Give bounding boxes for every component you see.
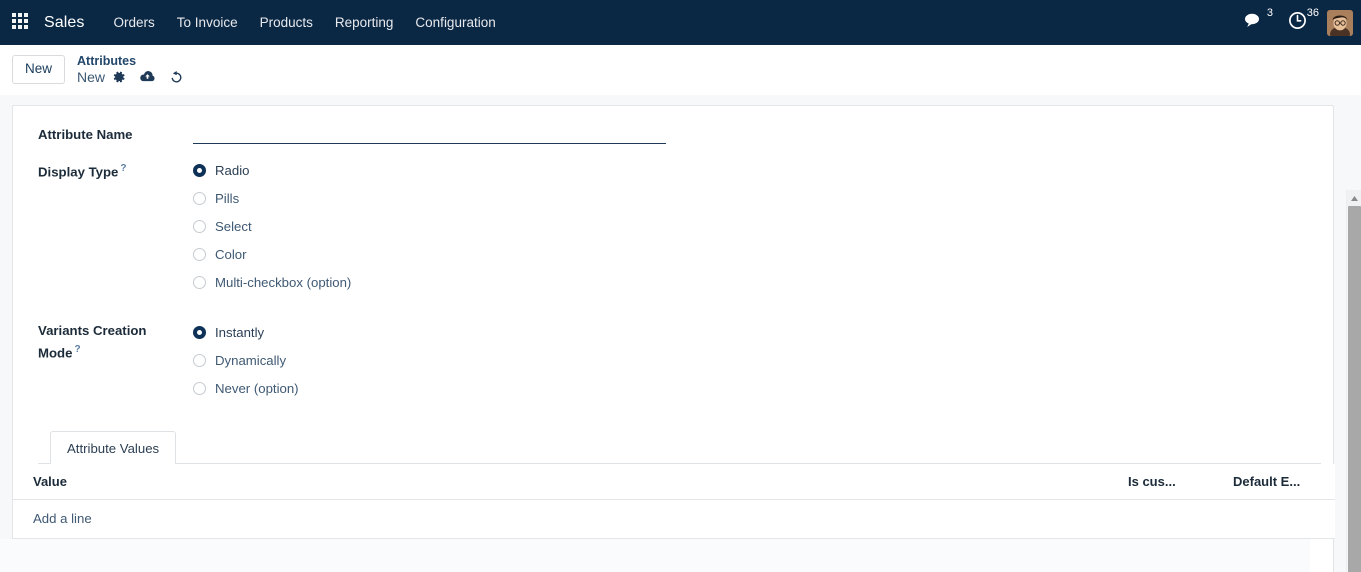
activities-button[interactable]: 36 [1288, 7, 1319, 35]
radio-variants-instantly[interactable]: Instantly [193, 318, 1333, 346]
radio-label: Select [215, 218, 252, 234]
vertical-scrollbar[interactable] [1346, 190, 1361, 572]
field-display-type: Display Type? Radio Pills Select Color M… [13, 156, 1333, 296]
radio-variants-dynamically[interactable]: Dynamically [193, 346, 1333, 374]
field-attribute-name: Attribute Name [13, 122, 1333, 144]
radio-unselected-icon [193, 247, 206, 261]
menu-item-to-invoice[interactable]: To Invoice [166, 9, 249, 36]
variants-creation-mode-label: Variants Creation Mode? [38, 318, 193, 362]
control-panel: New Attributes New [0, 45, 1361, 95]
chat-bubble-icon [1244, 11, 1264, 34]
table-row-add-line: Add a line [13, 499, 1335, 539]
notebook: Attribute Values Value Is cus... Default… [0, 430, 1335, 572]
menu-item-reporting[interactable]: Reporting [324, 9, 405, 36]
menu-item-configuration[interactable]: Configuration [404, 9, 506, 36]
radio-selected-icon [193, 163, 206, 177]
gear-icon[interactable] [112, 70, 126, 84]
radio-unselected-icon [193, 191, 206, 205]
top-navbar: Sales Orders To Invoice Products Reporti… [0, 0, 1361, 45]
table-footer-band [0, 539, 1310, 572]
variants-mode-radio-group: Instantly Dynamically Never (option) [193, 318, 1333, 402]
attribute-name-input[interactable] [193, 122, 666, 144]
radio-selected-icon [193, 325, 206, 339]
new-button[interactable]: New [12, 55, 66, 84]
variants-mode-label-line1: Variants Creation [38, 323, 147, 338]
radio-label: Radio [215, 162, 250, 178]
field-variants-creation-mode: Variants Creation Mode? Instantly Dynami… [13, 318, 1333, 402]
cloud-upload-icon[interactable] [139, 70, 156, 84]
radio-unselected-icon [193, 381, 206, 395]
radio-display-type-radio[interactable]: Radio [193, 156, 1333, 184]
column-header-value[interactable]: Value [13, 464, 1108, 500]
navbar-systray: 3 36 [1244, 0, 1353, 45]
display-type-tooltip-icon[interactable]: ? [120, 163, 126, 174]
messages-button[interactable]: 3 [1244, 7, 1273, 34]
main-menu: Orders To Invoice Products Reporting Con… [103, 9, 507, 36]
radio-display-type-color[interactable]: Color [193, 240, 1333, 268]
messages-count: 3 [1266, 7, 1273, 19]
form-sheet: Attribute Name Display Type? Radio Pills… [0, 105, 1335, 572]
radio-label: Multi-checkbox (option) [215, 274, 352, 290]
menu-item-orders[interactable]: Orders [103, 9, 166, 36]
radio-variants-never[interactable]: Never (option) [193, 374, 1333, 402]
display-type-radio-group: Radio Pills Select Color Multi-checkbox … [193, 156, 1333, 296]
display-type-label-text: Display Type [38, 164, 119, 180]
breadcrumb-current: New [77, 69, 106, 86]
attribute-name-label: Attribute Name [38, 127, 133, 142]
column-header-is-custom[interactable]: Is cus... [1108, 464, 1213, 500]
add-a-line-button[interactable]: Add a line [33, 511, 92, 526]
radio-label: Instantly [215, 324, 265, 340]
radio-unselected-icon [193, 219, 206, 233]
discard-undo-icon[interactable] [169, 70, 184, 85]
tab-attribute-values[interactable]: Attribute Values [50, 431, 177, 464]
notebook-tab-strip: Attribute Values [38, 430, 1321, 464]
radio-display-type-select[interactable]: Select [193, 212, 1333, 240]
attribute-values-table: Value Is cus... Default E... Add a line [0, 464, 1335, 572]
app-brand-sales[interactable]: Sales [44, 14, 85, 32]
radio-display-type-pills[interactable]: Pills [193, 184, 1333, 212]
radio-label: Color [215, 246, 247, 262]
radio-label: Never (option) [215, 380, 299, 396]
radio-unselected-icon [193, 353, 206, 367]
activities-count: 36 [1306, 6, 1319, 19]
display-type-label: Display Type? [38, 156, 193, 181]
scrollbar-thumb[interactable] [1348, 206, 1361, 572]
variants-mode-tooltip-icon[interactable]: ? [74, 344, 80, 355]
breadcrumb: Attributes New [77, 54, 184, 85]
radio-display-type-multi-checkbox[interactable]: Multi-checkbox (option) [193, 268, 1333, 296]
menu-item-products[interactable]: Products [249, 9, 324, 36]
table-header-row: Value Is cus... Default E... [13, 464, 1335, 500]
radio-unselected-icon [193, 275, 206, 289]
radio-label: Pills [215, 190, 240, 206]
column-header-default-extra-price[interactable]: Default E... [1213, 464, 1335, 500]
avatar[interactable] [1327, 9, 1353, 36]
breadcrumb-root[interactable]: Attributes [77, 54, 184, 68]
apps-grid-icon[interactable] [12, 12, 32, 33]
chevron-up-icon[interactable] [1347, 190, 1361, 206]
variants-mode-label-line2: Mode [38, 345, 73, 361]
clock-icon [1288, 11, 1307, 35]
form-view-area: Attribute Name Display Type? Radio Pills… [0, 95, 1361, 572]
radio-label: Dynamically [215, 352, 287, 368]
